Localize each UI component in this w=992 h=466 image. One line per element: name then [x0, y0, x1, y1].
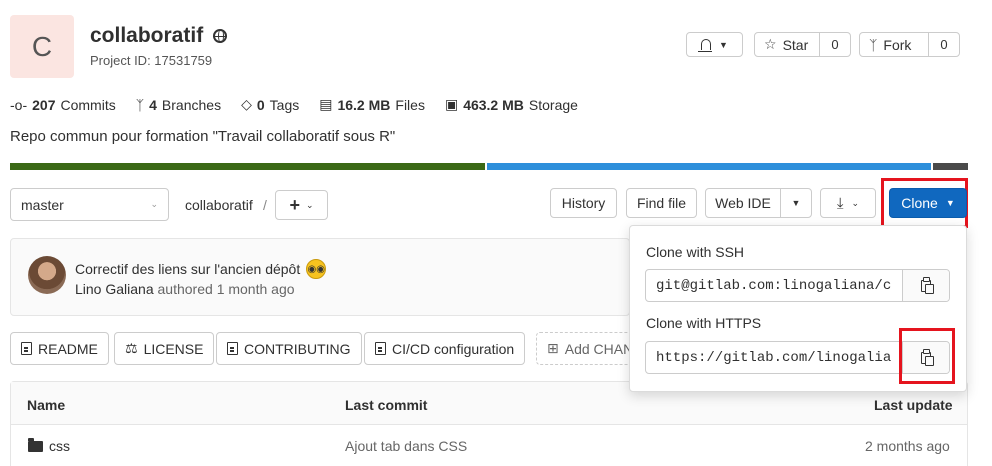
- clone-https-label: Clone with HTTPS: [646, 315, 762, 331]
- globe-icon: [213, 29, 228, 43]
- download-icon: ⤓: [836, 194, 844, 212]
- star-label: Star: [782, 36, 809, 53]
- add-changelog-button[interactable]: ⊞ Add CHAN: [536, 332, 636, 365]
- fork-count[interactable]: 0: [929, 37, 959, 52]
- history-button[interactable]: History: [550, 188, 617, 218]
- contributing-button[interactable]: CONTRIBUTING: [216, 332, 362, 365]
- plus-icon: +: [289, 194, 300, 215]
- chevron-down-icon: ⌄: [851, 197, 860, 208]
- clone-ssh-field: git@gitlab.com:linogaliana/c: [645, 269, 950, 302]
- column-header-last-update: Last update: [874, 397, 953, 413]
- scale-icon: ⚖: [125, 340, 138, 356]
- branch-selector[interactable]: master ⌄: [10, 188, 169, 221]
- clone-ssh-url[interactable]: git@gitlab.com:linogaliana/c: [646, 270, 902, 301]
- notification-button[interactable]: ▼: [686, 32, 743, 57]
- face-emoji-icon: ◉◉: [306, 259, 327, 279]
- column-header-name: Name: [27, 397, 66, 413]
- commit-message[interactable]: Correctif des liens sur l'ancien dépôt ◉…: [75, 259, 327, 279]
- chevron-down-icon: ▼: [791, 198, 801, 208]
- project-stats: -o- 207 Commits ᛉ 4 Branches ◇ 0 Tags ▤ 16.…: [10, 96, 578, 113]
- stat-tags[interactable]: ◇ 0 Tags: [241, 96, 299, 113]
- project-description: Repo commun pour formation "Travail coll…: [10, 128, 396, 145]
- clone-https-url[interactable]: https://gitlab.com/linogalia: [646, 342, 902, 373]
- project-avatar: C: [10, 15, 74, 78]
- avatar[interactable]: [28, 256, 66, 294]
- branch-icon: ᛉ: [135, 96, 145, 113]
- document-icon: [21, 342, 32, 355]
- copy-ssh-button[interactable]: [902, 270, 949, 301]
- clone-button[interactable]: Clone ▼: [889, 188, 967, 218]
- storage-icon: ▣: [444, 96, 459, 112]
- bell-icon: [698, 39, 713, 52]
- chevron-down-icon: ⌄: [150, 199, 158, 209]
- stat-commits[interactable]: -o- 207 Commits: [10, 97, 116, 113]
- find-file-button[interactable]: Find file: [626, 188, 697, 218]
- plus-square-icon: ⊞: [547, 340, 559, 356]
- language-segment[interactable]: [10, 163, 485, 170]
- chevron-down-icon: ▼: [945, 198, 955, 208]
- web-ide-button[interactable]: Web IDE ▼: [705, 188, 812, 218]
- stat-storage[interactable]: ▣ 463.2 MB Storage: [445, 96, 578, 113]
- document-icon: [375, 342, 386, 355]
- chevron-down-icon: ⌄: [305, 199, 314, 210]
- commit-time: 1 month ago: [216, 281, 295, 297]
- stat-branches[interactable]: ᛉ 4 Branches: [136, 97, 221, 113]
- cicd-config-button[interactable]: CI/CD configuration: [364, 332, 526, 365]
- commit-action: authored: [157, 281, 213, 297]
- breadcrumb-separator: /: [263, 197, 267, 213]
- clone-label: Clone: [901, 195, 938, 211]
- commit-icon: -o-: [10, 96, 28, 113]
- language-bar: [10, 163, 968, 170]
- fork-button[interactable]: ᛉ Fork 0: [859, 32, 960, 57]
- star-icon: ☆: [764, 36, 777, 52]
- commit-author[interactable]: Lino Galiana: [75, 281, 154, 297]
- project-id: Project ID: 17531759: [90, 53, 213, 68]
- license-button[interactable]: ⚖ LICENSE: [114, 332, 215, 365]
- commit-author-line: Lino Galiana authored 1 month ago: [75, 281, 295, 297]
- web-ide-dropdown[interactable]: ▼: [781, 198, 811, 208]
- branch-name: master: [21, 196, 64, 213]
- fork-icon: ᛉ: [869, 36, 878, 53]
- star-button[interactable]: ☆ Star 0: [754, 32, 851, 57]
- table-row-commit[interactable]: Ajout tab dans CSS: [345, 438, 467, 454]
- star-count[interactable]: 0: [820, 37, 850, 52]
- language-segment[interactable]: [487, 163, 931, 170]
- clone-ssh-label: Clone with SSH: [646, 244, 745, 260]
- stat-files[interactable]: ▤ 16.2 MB Files: [319, 96, 425, 113]
- highlight-box: [899, 328, 955, 384]
- breadcrumb[interactable]: collaboratif: [185, 197, 253, 213]
- download-button[interactable]: ⤓ ⌄: [820, 188, 876, 218]
- table-row-name[interactable]: css: [28, 438, 70, 454]
- add-file-button[interactable]: + ⌄: [275, 190, 328, 220]
- readme-button[interactable]: README: [10, 332, 109, 365]
- table-row-updated: 2 months ago: [865, 438, 950, 454]
- folder-icon: [28, 438, 43, 452]
- clipboard-icon: [921, 276, 934, 294]
- tag-icon: ◇: [241, 96, 252, 112]
- column-header-last-commit: Last commit: [345, 397, 428, 413]
- project-title: collaboratif: [90, 24, 228, 48]
- file-icon: ▤: [319, 96, 333, 112]
- language-segment[interactable]: [933, 163, 968, 170]
- fork-label: Fork: [883, 36, 912, 53]
- project-name[interactable]: collaboratif: [90, 24, 203, 48]
- document-icon: [227, 342, 238, 355]
- web-ide-label: Web IDE: [715, 195, 771, 211]
- chevron-down-icon: ▼: [719, 39, 728, 50]
